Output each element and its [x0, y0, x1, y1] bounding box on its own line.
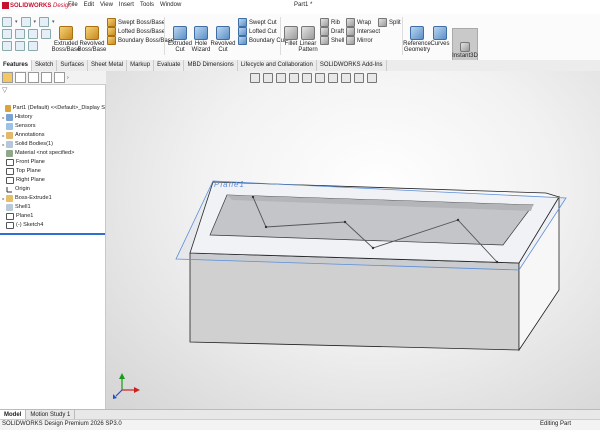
status-bar: SOLIDWORKS Design Premium 2026 SP3.0 Edi… — [0, 419, 600, 430]
sketch-point — [495, 260, 499, 264]
sketch-point — [343, 220, 347, 224]
status-mode: Editing Part — [540, 421, 572, 427]
status-product: SOLIDWORKS Design Premium 2026 SP3.0 — [2, 421, 122, 427]
reference-triad — [113, 373, 140, 399]
sketch-point — [264, 225, 268, 229]
model-geometry — [113, 180, 567, 399]
sketch-point — [456, 218, 460, 222]
sketch-point — [251, 195, 255, 199]
sketch-point — [371, 246, 375, 250]
plane1-label[interactable]: Plane1 — [214, 180, 245, 189]
